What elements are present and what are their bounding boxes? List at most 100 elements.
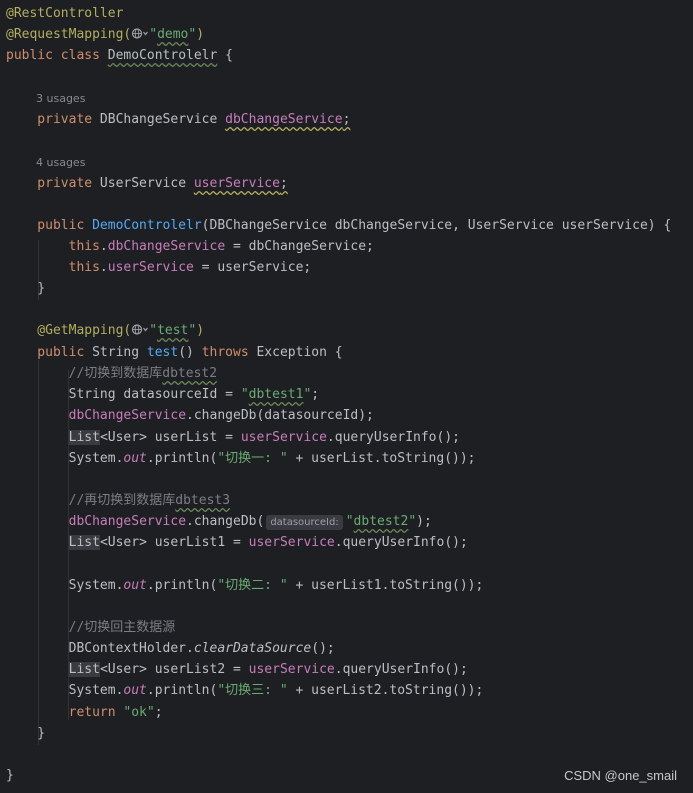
code-token: @RestController: [6, 6, 124, 21]
code-token: dbChangeService: [68, 408, 187, 423]
code-line[interactable]: dbChangeService.changeDb(datasourceId: "d…: [6, 512, 432, 532]
code-token: <User> userList1 =: [99, 535, 249, 550]
code-token: .queryUserInfo();: [334, 662, 468, 677]
code-token: "切换三: ": [217, 683, 288, 698]
code-token: }: [6, 768, 14, 783]
code-token: .println(: [146, 683, 218, 698]
code-token: dbChangeService: [225, 112, 343, 127]
code-token: public: [6, 345, 93, 360]
code-line[interactable]: System.out.println("切换二: " + userList1.t…: [6, 576, 484, 596]
code-token: .: [99, 239, 108, 254]
code-token: ): [196, 323, 205, 338]
code-token: userService: [248, 535, 335, 550]
code-token: .changeDb(datasourceId);: [186, 408, 374, 423]
code-token: dbtest2: [162, 366, 218, 381]
code-token: List: [68, 662, 100, 677]
code-token: "切换一: ": [217, 451, 288, 466]
code-token: <User> userList =: [99, 430, 241, 445]
code-token: demo: [157, 27, 189, 42]
code-token: @RequestMapping(: [6, 27, 132, 42]
code-token: String datasourceId =: [6, 387, 241, 402]
code-line[interactable]: }: [6, 766, 14, 786]
code-line[interactable]: this.userService = userService;: [6, 258, 312, 278]
code-token: + userList1.toString());: [287, 578, 484, 593]
code-token: out: [123, 451, 147, 466]
code-line[interactable]: @GetMapping("test"): [6, 321, 204, 341]
code-token: + userList2.toString());: [287, 683, 484, 698]
code-token: }: [6, 726, 46, 741]
code-line[interactable]: public String test() throws Exception {: [6, 343, 343, 363]
code-token: = dbChangeService;: [225, 239, 374, 254]
code-token: ;: [342, 112, 351, 127]
code-line[interactable]: 4 usages: [36, 153, 85, 173]
code-token: .: [99, 260, 108, 275]
code-line[interactable]: private DBChangeService dbChangeService;: [6, 110, 350, 130]
code-token: dbChangeService: [107, 239, 226, 254]
code-token: ): [196, 27, 205, 42]
code-token: ": [149, 323, 158, 338]
code-line[interactable]: }: [6, 724, 45, 744]
code-token: .println(: [146, 451, 218, 466]
code-token: ;: [311, 387, 320, 402]
code-token: throws: [201, 345, 257, 360]
code-token: <User> userList2 =: [99, 662, 249, 677]
code-line[interactable]: @RequestMapping("demo"): [6, 25, 204, 45]
code-token: DemoControlelr: [107, 48, 218, 63]
code-line[interactable]: }: [6, 279, 45, 299]
code-token: public class: [6, 48, 108, 63]
code-line[interactable]: List<User> userList = userService.queryU…: [6, 428, 460, 448]
code-line[interactable]: dbChangeService.changeDb(datasourceId);: [6, 406, 374, 426]
parameter-hint: datasourceId:: [266, 515, 343, 530]
code-line[interactable]: List<User> userList1 = userService.query…: [6, 533, 468, 553]
code-token: test: [157, 323, 189, 338]
code-line[interactable]: 3 usages: [36, 89, 85, 109]
code-line[interactable]: private UserService userService;: [6, 174, 288, 194]
code-token: ();: [311, 641, 335, 656]
code-line[interactable]: return "ok";: [6, 703, 163, 723]
code-token: out: [123, 578, 147, 593]
code-line[interactable]: this.dbChangeService = dbChangeService;: [6, 237, 374, 257]
web-globe-icon[interactable]: [131, 27, 149, 40]
code-token: userService: [248, 662, 335, 677]
code-line[interactable]: public DemoControlelr(DBChangeService db…: [6, 216, 671, 236]
code-line[interactable]: System.out.println("切换三: " + userList2.t…: [6, 681, 484, 701]
code-token: this: [6, 260, 100, 275]
code-token: Exception {: [256, 345, 343, 360]
code-line[interactable]: System.out.println("切换一: " + userList.to…: [6, 449, 476, 469]
code-token: "切换二: ": [217, 578, 288, 593]
code-line[interactable]: //切换回主数据源: [6, 618, 176, 638]
code-token: userService: [193, 176, 280, 191]
code-line[interactable]: @RestController: [6, 4, 123, 24]
code-token: .queryUserInfo();: [326, 430, 460, 445]
code-line[interactable]: String datasourceId = "dbtest1";: [6, 385, 319, 405]
code-token: .queryUserInfo();: [334, 535, 468, 550]
code-token: String: [92, 345, 147, 360]
code-token: ;: [279, 176, 288, 191]
code-token: dbChangeService: [68, 514, 187, 529]
code-line[interactable]: public class DemoControlelr {: [6, 46, 233, 66]
code-token: dbtest3: [175, 493, 231, 508]
code-token: //切换回主数据源: [6, 620, 176, 635]
usages-hint[interactable]: 3 usages: [36, 92, 85, 105]
usages-hint[interactable]: 4 usages: [36, 156, 85, 169]
web-globe-icon[interactable]: [131, 323, 149, 336]
code-token: this: [6, 239, 100, 254]
csdn-watermark: CSDN @one_smail: [564, 768, 677, 783]
code-token: + userList.toString());: [287, 451, 476, 466]
code-token: private: [6, 176, 100, 191]
code-token: System.: [6, 578, 124, 593]
code-token: DemoControlelr: [92, 218, 202, 233]
code-line[interactable]: DBContextHolder.clearDataSource();: [6, 639, 335, 659]
code-token: userService: [240, 430, 327, 445]
code-token: clearDataSource: [193, 641, 312, 656]
code-token: "ok": [123, 705, 155, 720]
code-line[interactable]: //切换到数据库dbtest2: [6, 364, 217, 384]
code-editor[interactable]: @RestController @RequestMapping("demo") pu…: [0, 0, 693, 793]
code-token: = userService;: [193, 260, 312, 275]
code-token: .println(: [146, 578, 218, 593]
code-line[interactable]: List<User> userList2 = userService.query…: [6, 660, 468, 680]
code-token: List: [68, 535, 100, 550]
code-line[interactable]: //再切换到数据库dbtest3: [6, 491, 230, 511]
